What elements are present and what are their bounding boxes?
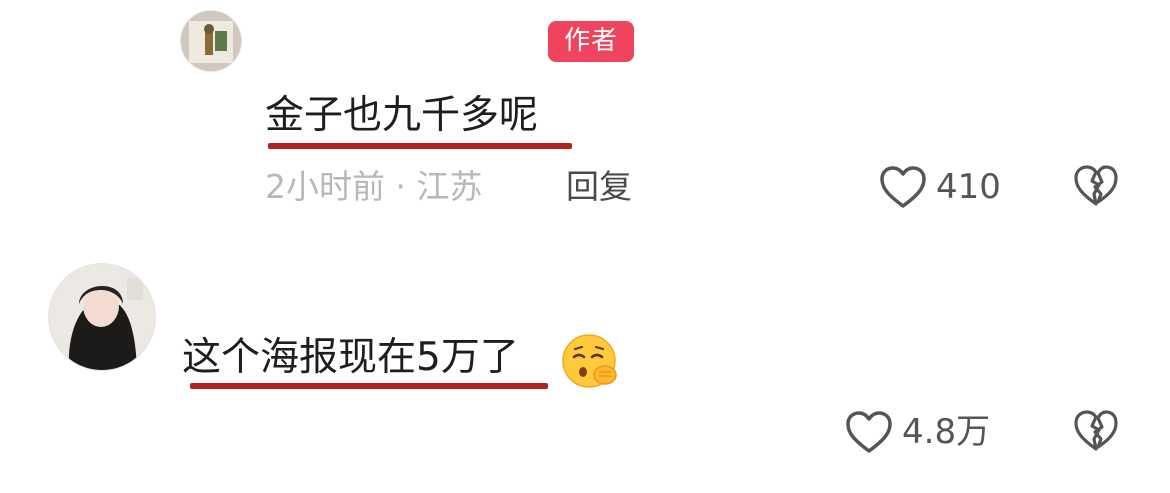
heart-icon <box>880 166 926 208</box>
comment-underline <box>190 383 548 389</box>
reply-like-button[interactable]: 410 <box>878 164 1001 210</box>
sleepy-face-shushing-emoji <box>562 334 617 388</box>
author-badge: 作者 <box>548 21 634 62</box>
broken-heart-icon[interactable] <box>1073 409 1119 453</box>
reply-button[interactable]: 回复 <box>566 166 632 208</box>
reply-meta: 2小时前 · 江苏 <box>265 167 483 206</box>
broken-heart-icon[interactable] <box>1073 164 1119 208</box>
heart-icon <box>846 411 892 453</box>
commenter-avatar[interactable] <box>48 263 156 371</box>
comment-like-count: 4.8万 <box>902 412 991 452</box>
reply-underline <box>268 143 572 149</box>
comment-like-button[interactable]: 4.8万 <box>844 409 990 455</box>
avatar-image <box>49 264 155 370</box>
avatar-image <box>181 11 241 71</box>
reply-text: 金子也九千多呢 <box>265 93 539 138</box>
comment-text: 这个海报现在5万了 <box>182 335 519 380</box>
reply-author-avatar[interactable] <box>180 10 242 72</box>
reply-like-count: 410 <box>936 167 1001 207</box>
